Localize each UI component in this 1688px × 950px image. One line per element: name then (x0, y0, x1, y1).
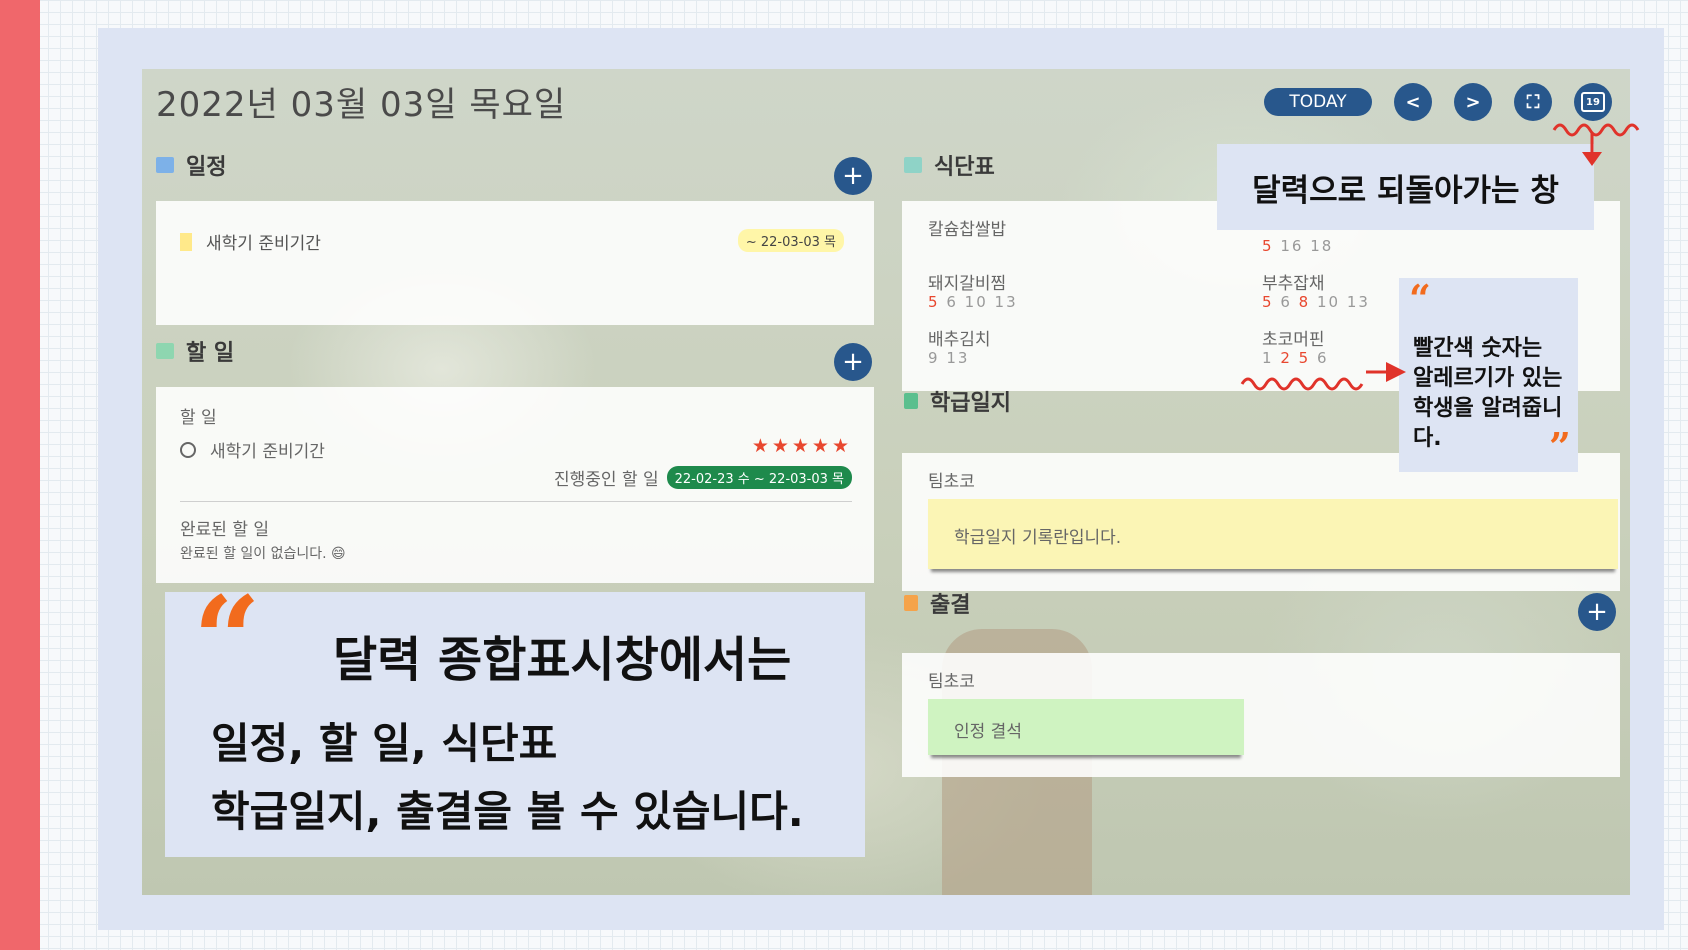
next-day-button[interactable]: > (1454, 83, 1492, 121)
page-title: 2022년 03월 03일 목요일 (156, 85, 567, 125)
class-log-author: 팀초코 (928, 472, 975, 492)
schedule-title: 일정 (186, 155, 227, 180)
allergen-number: 6 (946, 293, 958, 311)
completed-empty-text: 완료된 할 일이 없습니다. 😄 (180, 546, 346, 562)
caption-line-1: 달력 종합표시창에서는 (333, 632, 792, 688)
menu-allergens: 5 6 8 10 13 (1262, 293, 1370, 311)
chevron-left-icon: < (1405, 91, 1421, 113)
menu-item-name: 초코머핀 (1262, 330, 1325, 350)
class-log-header: 학급일지 (904, 385, 1011, 417)
attendance-icon (904, 595, 918, 611)
allergen-number: 13 (946, 349, 970, 367)
caption-box: “ 달력 종합표시창에서는 일정, 할 일, 식단표 학급일지, 출결을 볼 수… (165, 570, 865, 857)
attendance-status[interactable]: 인정 결석 (928, 699, 1244, 755)
todo-list-heading: 할 일 (180, 408, 217, 428)
allergen-number: 13 (994, 293, 1018, 311)
caption-line-2: 일정, 할 일, 식단표 (211, 719, 558, 768)
plus-icon: + (1586, 597, 1608, 627)
class-log-note[interactable]: 학급일지 기록란입니다. (928, 499, 1618, 569)
quote-open-small-icon: “ (1409, 276, 1431, 321)
schedule-icon (156, 157, 174, 173)
progress-date-badge: 22-02-23 수 ~ 22-03-03 목 (666, 466, 852, 489)
completed-heading: 완료된 할 일 (180, 520, 270, 540)
prev-day-button[interactable]: < (1394, 83, 1432, 121)
allergen-number: 5 (1262, 293, 1274, 311)
fullscreen-icon: ⛶ (1526, 91, 1540, 113)
todo-checkbox[interactable] (180, 441, 196, 458)
add-schedule-button[interactable]: + (834, 157, 872, 195)
attendance-title: 출결 (930, 593, 971, 618)
class-log-panel: 팀초코 학급일지 기록란입니다. (902, 453, 1620, 591)
todo-icon (156, 343, 174, 359)
schedule-color-marker (180, 232, 192, 251)
todo-divider (180, 501, 852, 502)
todo-title: 할 일 (186, 341, 235, 366)
allergen-number: 8 (1298, 293, 1311, 311)
today-button[interactable]: TODAY (1264, 88, 1372, 116)
attendance-panel: 팀초코 인정 결석 (902, 653, 1620, 777)
calendar-toolbar: TODAY < > ⛶ 19 (1264, 83, 1612, 121)
schedule-item-label: 새학기 준비기간 (206, 234, 321, 254)
allergen-number: 9 (928, 349, 940, 367)
schedule-item[interactable]: 새학기 준비기간 (180, 229, 321, 254)
allergen-number: 6 (1280, 293, 1292, 311)
plus-icon: + (842, 347, 864, 377)
todo-item[interactable]: 새학기 준비기간 (180, 437, 325, 462)
schedule-panel: 새학기 준비기간 ~ 22-03-03 목 (156, 201, 874, 325)
decorative-side-strip (0, 0, 40, 950)
menu-icon (904, 157, 922, 173)
allergen-number: 16 (1280, 237, 1304, 255)
menu-title: 식단표 (934, 155, 995, 180)
back-to-calendar-button[interactable]: 19 (1574, 83, 1612, 121)
add-attendance-button[interactable]: + (1578, 593, 1616, 631)
squiggle-pointer-icon (1240, 362, 1406, 391)
allergen-number: 10 (1316, 293, 1341, 311)
calendar-icon: 19 (1581, 92, 1605, 112)
menu-allergens: 5 16 18 (1262, 237, 1333, 255)
class-log-icon (904, 393, 918, 409)
todo-priority-stars: ★★★★★ (751, 435, 852, 457)
attendance-author: 팀초코 (928, 672, 975, 692)
allergen-number: 5 (1262, 237, 1274, 255)
allergy-callout: “ 빨간색 숫자는 알레르기가 있는 학생을 알려줍니다. ” (1399, 276, 1578, 472)
calendar-return-callout: 달력으로 되돌아가는 창 (1217, 144, 1594, 230)
menu-item-name: 배추김치 (928, 330, 991, 350)
todo-progress-row: 진행중인 할 일 22-02-23 수 ~ 22-03-03 목 (554, 465, 852, 490)
menu-header: 식단표 (904, 149, 995, 181)
schedule-header: 일정 (156, 149, 226, 181)
attendance-header: 출결 (904, 587, 970, 619)
todo-header: 할 일 (156, 335, 234, 367)
fullscreen-button[interactable]: ⛶ (1514, 83, 1552, 121)
todo-item-label: 새학기 준비기간 (210, 442, 325, 462)
add-todo-button[interactable]: + (834, 343, 872, 381)
allergy-line-2: 알레르기가 있는 (1413, 366, 1563, 391)
progress-label: 진행중인 할 일 (553, 470, 659, 490)
schedule-date-badge: ~ 22-03-03 목 (737, 229, 844, 252)
allergy-line-1: 빨간색 숫자는 (1413, 336, 1543, 361)
chevron-right-icon: > (1465, 91, 1481, 113)
class-log-title: 학급일지 (930, 391, 1011, 416)
plus-icon: + (842, 161, 864, 191)
quote-close-small-icon: ” (1549, 424, 1571, 469)
caption-line-3: 학급일지, 출결을 볼 수 있습니다. (211, 787, 804, 836)
menu-item-name: 돼지갈비찜 (928, 274, 1007, 294)
todo-panel: 할 일 새학기 준비기간 ★★★★★ 진행중인 할 일 22-02-23 수 ~… (156, 387, 874, 583)
menu-allergens: 9 13 (928, 349, 969, 367)
allergen-number: 5 (928, 293, 940, 311)
allergen-number: 18 (1310, 237, 1334, 255)
allergen-number: 13 (1346, 293, 1370, 311)
quote-open-icon: “ (193, 570, 261, 709)
squiggle-arrow-icon (1552, 123, 1640, 166)
allergen-number: 10 (964, 293, 988, 311)
menu-allergens: 5 6 10 13 (928, 293, 1018, 311)
menu-item-name: 부추잡채 (1262, 274, 1325, 294)
menu-item-name: 칼슘찹쌀밥 (928, 220, 1007, 240)
